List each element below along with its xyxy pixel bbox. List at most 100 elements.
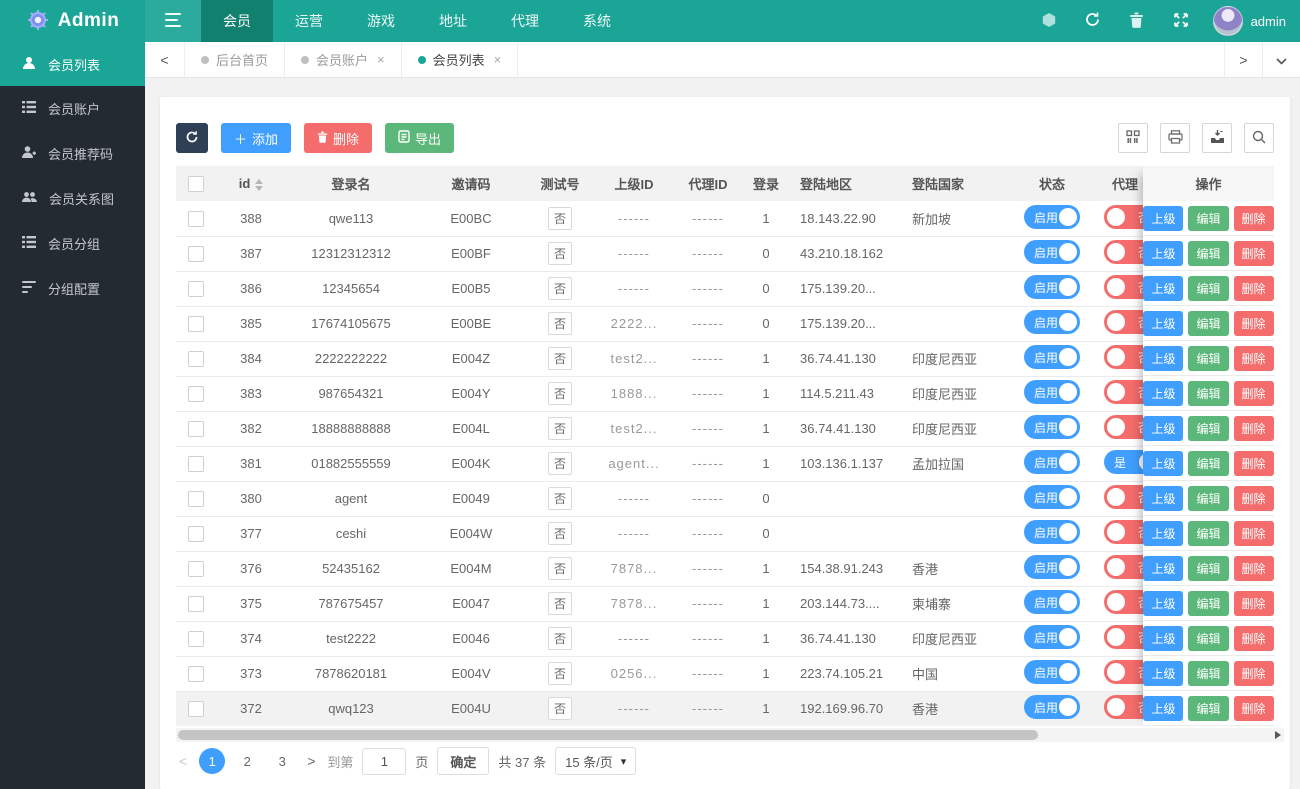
parent-button[interactable]: 上级 bbox=[1143, 205, 1184, 231]
avatar[interactable] bbox=[1212, 6, 1243, 36]
delete-row-button[interactable]: 删除 bbox=[1233, 205, 1274, 231]
menu-item-agents[interactable]: 代理 bbox=[489, 0, 561, 42]
row-checkbox[interactable] bbox=[188, 315, 204, 332]
parent-button[interactable]: 上级 bbox=[1143, 590, 1184, 616]
row-checkbox[interactable] bbox=[188, 490, 204, 507]
parent-button[interactable]: 上级 bbox=[1143, 520, 1184, 546]
sidebar-item-referral-codes[interactable]: 会员推荐码 bbox=[0, 131, 145, 176]
column-header-id[interactable]: id bbox=[216, 166, 286, 201]
menu-item-system[interactable]: 系统 bbox=[561, 0, 633, 42]
row-checkbox[interactable] bbox=[188, 560, 204, 577]
print-button[interactable] bbox=[1160, 123, 1190, 153]
scrollbar-thumb[interactable] bbox=[178, 730, 1038, 740]
sidebar-item-member-list[interactable]: 会员列表 bbox=[0, 42, 145, 86]
edit-button[interactable]: 编辑 bbox=[1188, 695, 1229, 721]
parent-button[interactable]: 上级 bbox=[1143, 695, 1184, 721]
edit-button[interactable]: 编辑 bbox=[1188, 520, 1229, 546]
edit-button[interactable]: 编辑 bbox=[1188, 660, 1229, 686]
page-button-3[interactable]: 3 bbox=[269, 748, 295, 774]
row-checkbox[interactable] bbox=[188, 210, 204, 227]
delete-row-button[interactable]: 删除 bbox=[1233, 660, 1274, 686]
export-button[interactable]: 导出 bbox=[385, 123, 455, 153]
status-toggle[interactable]: 启用 bbox=[1024, 625, 1080, 649]
delete-row-button[interactable]: 删除 bbox=[1233, 240, 1274, 266]
status-toggle[interactable]: 启用 bbox=[1024, 310, 1080, 334]
row-checkbox[interactable] bbox=[188, 700, 204, 717]
scrollbar-right-arrow-icon[interactable] bbox=[1275, 731, 1281, 739]
row-checkbox[interactable] bbox=[188, 595, 204, 612]
parent-button[interactable]: 上级 bbox=[1143, 415, 1184, 441]
edit-button[interactable]: 编辑 bbox=[1188, 590, 1229, 616]
status-toggle[interactable]: 启用 bbox=[1024, 345, 1080, 369]
per-page-select[interactable]: 15 条/页 ▾ bbox=[555, 747, 637, 775]
export-data-button[interactable] bbox=[1202, 123, 1232, 153]
status-toggle[interactable]: 启用 bbox=[1024, 660, 1080, 684]
tab-member-list[interactable]: 会员列表 × bbox=[402, 42, 519, 77]
delete-row-button[interactable]: 删除 bbox=[1233, 275, 1274, 301]
status-toggle[interactable]: 启用 bbox=[1024, 590, 1080, 614]
edit-button[interactable]: 编辑 bbox=[1188, 415, 1229, 441]
tabs-scroll-right-button[interactable]: > bbox=[1224, 42, 1262, 77]
confirm-page-button[interactable]: 确定 bbox=[437, 747, 490, 775]
row-checkbox[interactable] bbox=[188, 630, 204, 647]
delete-row-button[interactable]: 删除 bbox=[1233, 415, 1274, 441]
menu-item-members[interactable]: 会员 bbox=[201, 0, 273, 42]
edit-button[interactable]: 编辑 bbox=[1188, 345, 1229, 371]
delete-row-button[interactable]: 删除 bbox=[1233, 380, 1274, 406]
edit-button[interactable]: 编辑 bbox=[1188, 450, 1229, 476]
status-toggle[interactable]: 启用 bbox=[1024, 555, 1080, 579]
delete-row-button[interactable]: 删除 bbox=[1233, 345, 1274, 371]
delete-row-button[interactable]: 删除 bbox=[1233, 695, 1274, 721]
close-icon[interactable]: × bbox=[377, 52, 385, 67]
page-button-1[interactable]: 1 bbox=[199, 748, 226, 774]
status-toggle[interactable]: 启用 bbox=[1024, 275, 1080, 299]
username[interactable]: admin bbox=[1251, 14, 1286, 29]
horizontal-scrollbar[interactable] bbox=[176, 728, 1284, 742]
menu-item-address[interactable]: 地址 bbox=[417, 0, 489, 42]
status-toggle[interactable]: 启用 bbox=[1024, 204, 1080, 229]
theme-button[interactable] bbox=[1027, 0, 1071, 42]
parent-button[interactable]: 上级 bbox=[1143, 240, 1184, 266]
delete-row-button[interactable]: 删除 bbox=[1233, 520, 1274, 546]
delete-button[interactable]: 删除 bbox=[304, 123, 373, 153]
parent-button[interactable]: 上级 bbox=[1143, 450, 1184, 476]
tab-member-accounts[interactable]: 会员账户 × bbox=[285, 42, 402, 77]
edit-button[interactable]: 编辑 bbox=[1188, 205, 1229, 231]
parent-button[interactable]: 上级 bbox=[1143, 380, 1184, 406]
refresh-button[interactable] bbox=[1071, 0, 1115, 42]
parent-button[interactable]: 上级 bbox=[1143, 555, 1184, 581]
menu-item-games[interactable]: 游戏 bbox=[345, 0, 417, 42]
parent-button[interactable]: 上级 bbox=[1143, 485, 1184, 511]
sidebar-collapse-button[interactable] bbox=[145, 0, 201, 42]
status-toggle[interactable]: 启用 bbox=[1024, 240, 1080, 264]
edit-button[interactable]: 编辑 bbox=[1188, 310, 1229, 336]
sort-icon[interactable] bbox=[255, 178, 264, 191]
page-button-2[interactable]: 2 bbox=[234, 748, 260, 774]
sidebar-item-member-groups[interactable]: 会员分组 bbox=[0, 221, 145, 266]
parent-button[interactable]: 上级 bbox=[1143, 660, 1184, 686]
row-checkbox[interactable] bbox=[188, 665, 204, 682]
menu-item-operations[interactable]: 运营 bbox=[273, 0, 345, 42]
close-icon[interactable]: × bbox=[494, 52, 502, 67]
row-checkbox[interactable] bbox=[188, 385, 204, 402]
prev-page-button[interactable]: < bbox=[176, 753, 190, 769]
row-checkbox[interactable] bbox=[188, 245, 204, 262]
select-all-checkbox[interactable] bbox=[188, 175, 204, 192]
status-toggle[interactable]: 启用 bbox=[1024, 695, 1080, 719]
edit-button[interactable]: 编辑 bbox=[1188, 380, 1229, 406]
status-toggle[interactable]: 启用 bbox=[1024, 380, 1080, 404]
edit-button[interactable]: 编辑 bbox=[1188, 555, 1229, 581]
delete-row-button[interactable]: 删除 bbox=[1233, 625, 1274, 651]
edit-button[interactable]: 编辑 bbox=[1188, 625, 1229, 651]
tabs-scroll-left-button[interactable]: < bbox=[145, 42, 185, 77]
refresh-table-button[interactable] bbox=[176, 123, 208, 153]
delete-row-button[interactable]: 删除 bbox=[1233, 590, 1274, 616]
add-button[interactable]: ＋添加 bbox=[221, 123, 292, 153]
status-toggle[interactable]: 启用 bbox=[1024, 520, 1080, 544]
sidebar-item-relation-graph[interactable]: 会员关系图 bbox=[0, 176, 145, 221]
parent-button[interactable]: 上级 bbox=[1143, 345, 1184, 371]
sidebar-item-member-accounts[interactable]: 会员账户 bbox=[0, 86, 145, 131]
row-checkbox[interactable] bbox=[188, 420, 204, 437]
status-toggle[interactable]: 启用 bbox=[1024, 415, 1080, 439]
brand[interactable]: Admin bbox=[0, 0, 145, 42]
